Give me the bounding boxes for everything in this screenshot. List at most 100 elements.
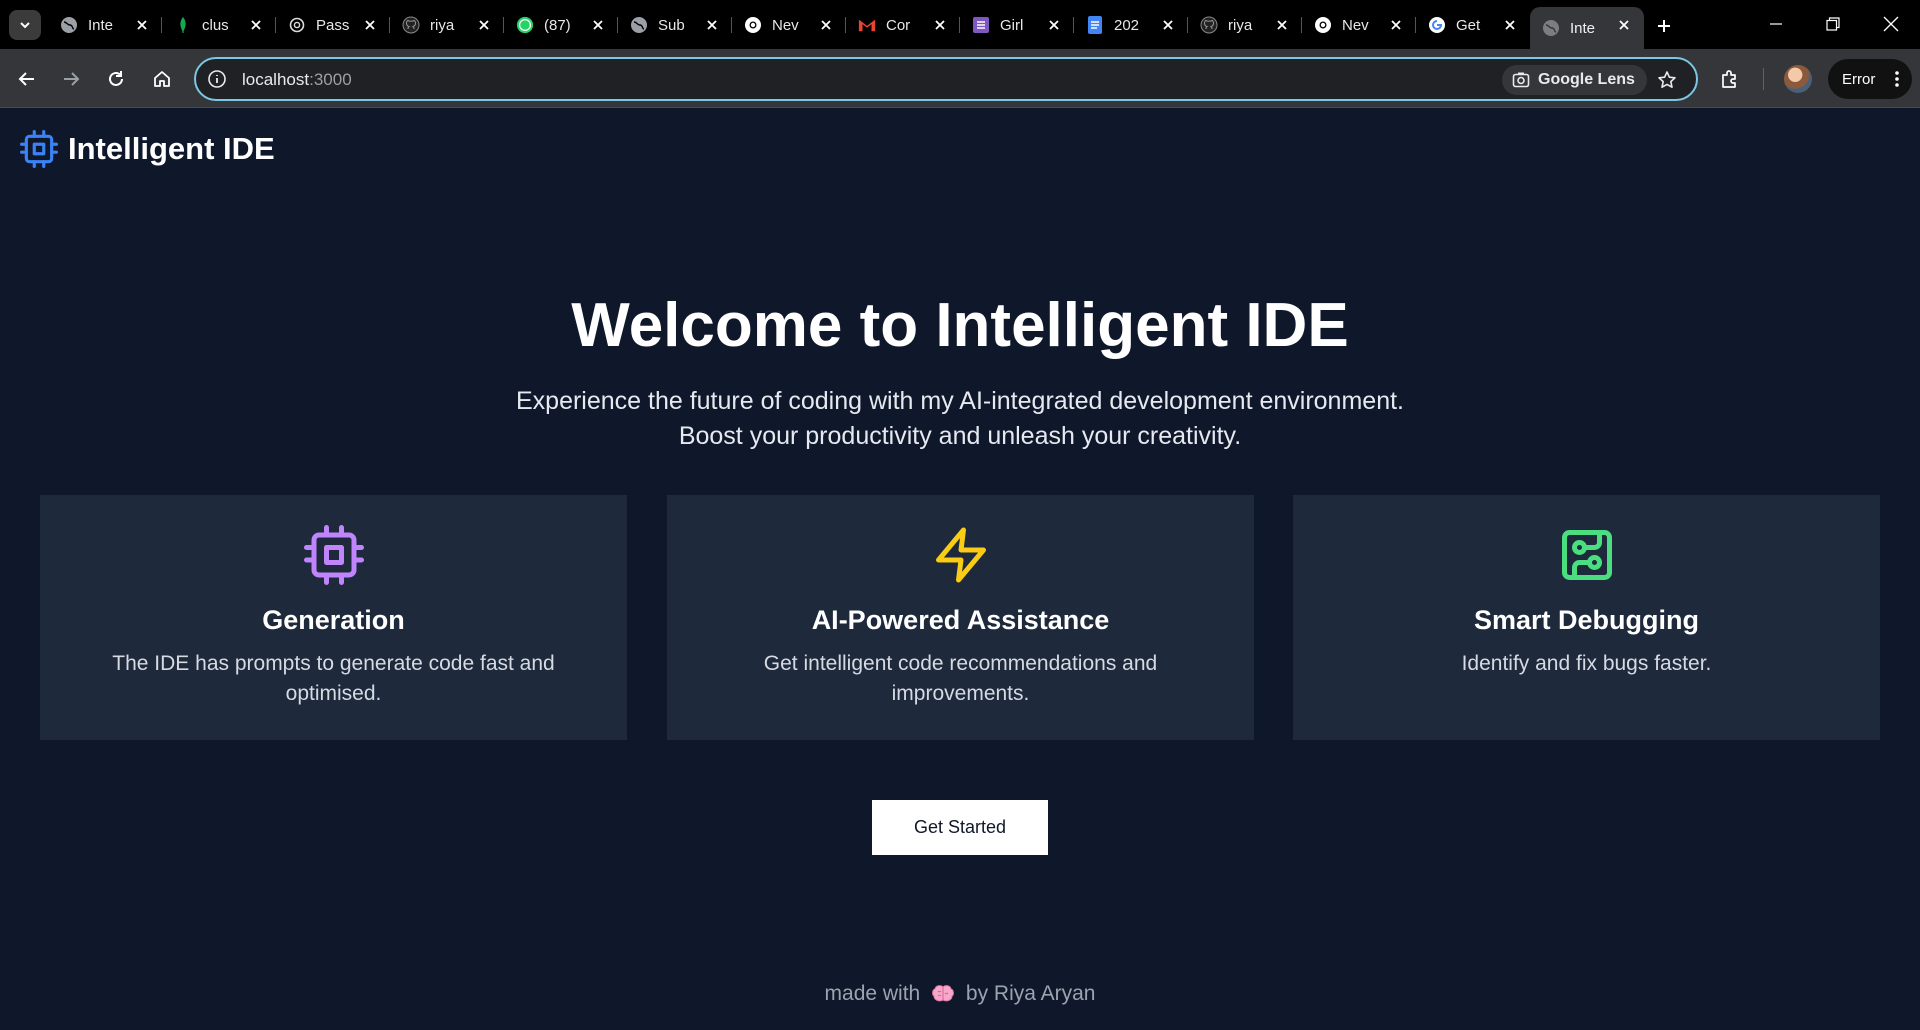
minimize-icon [1770,23,1782,25]
restore-icon [1826,17,1840,31]
close-tab-icon[interactable] [702,15,722,35]
mongodb-leaf-icon [174,16,192,34]
browser-tab[interactable]: Cor [846,7,960,43]
forms-icon [972,16,990,34]
close-tab-icon[interactable] [474,15,494,35]
browser-toolbar: localhost:3000 Google Lens Error [0,49,1920,108]
app-header: Intelligent IDE [20,128,275,170]
get-started-button[interactable]: Get Started [872,800,1048,855]
feature-description: Identify and fix bugs faster. [1461,652,1712,675]
google-lens-label: Google Lens [1538,71,1635,88]
feature-card-generation: Generation The IDE has prompts to genera… [40,495,627,740]
feature-title: Smart Debugging [1473,605,1699,635]
close-tab-icon[interactable] [1500,15,1520,35]
tab-title: Nev [1342,16,1369,34]
close-tab-icon[interactable] [930,15,950,35]
browser-tab[interactable]: Sub [618,7,732,43]
url-text[interactable]: localhost:3000 [242,70,352,90]
home-icon [154,71,170,87]
tab-title: Cor [886,16,911,34]
tab-title: Inte [1570,19,1596,37]
forward-button[interactable] [54,62,88,96]
google-lens-button[interactable]: Google Lens [1502,65,1647,95]
back-button[interactable] [10,62,44,96]
browser-tab[interactable]: (87) [504,7,618,43]
lightning-icon [935,527,986,583]
close-tab-icon[interactable] [588,15,608,35]
browser-tab[interactable]: Pass [276,7,390,43]
profile-error-button[interactable]: Error [1828,59,1912,99]
close-tab-icon[interactable] [246,15,266,35]
globe-icon [1542,19,1560,37]
close-tab-icon[interactable] [1272,15,1292,35]
address-bar[interactable]: localhost:3000 Google Lens [194,57,1698,101]
browser-tab[interactable]: 202 [1074,7,1188,43]
tab-title: Nev [772,16,799,34]
footer-made-with: made with [824,982,921,1005]
browser-tab[interactable]: riya [390,7,504,43]
info-icon [208,70,226,88]
feature-title: Generation [262,605,405,635]
docs-icon [1086,16,1104,34]
extensions-button[interactable] [1713,62,1747,96]
home-button[interactable] [145,62,179,96]
browser-tab[interactable]: Inte [48,7,162,43]
gmail-icon [858,16,876,34]
globe-icon [630,16,648,34]
openai-icon [288,16,306,34]
browser-tab[interactable]: Get [1416,7,1530,43]
app-title: Intelligent IDE [68,131,275,166]
footer: made with by Riya Aryan [0,982,1920,1006]
footer-author: by Riya Aryan [965,982,1096,1005]
tab-title: Get [1456,16,1481,34]
feature-title: AI-Powered Assistance [811,605,1110,635]
close-tab-icon[interactable] [816,15,836,35]
cpu-logo-icon [20,130,58,168]
close-tab-icon[interactable] [132,15,152,35]
close-tab-icon[interactable] [1614,15,1634,35]
google-icon [1428,16,1446,34]
tab-title: clus [202,16,229,34]
error-label: Error [1842,70,1876,88]
globe-icon [60,16,78,34]
tab-title: riya [1228,16,1253,34]
arrow-right-icon [64,72,80,86]
feature-card-ai-assistance: AI-Powered Assistance Get intelligent co… [667,495,1254,740]
browser-tab-strip: Inte clus Pass riya (87) Sub Nev Cor Gir… [0,0,1920,49]
reload-button[interactable] [99,62,133,96]
url-port: :3000 [309,70,352,89]
brain-icon [932,985,954,1002]
tab-title: Pass [316,16,350,34]
tab-title: Sub [658,16,685,34]
close-tab-icon[interactable] [360,15,380,35]
tab-title: Girl [1000,16,1024,34]
browser-tab[interactable]: Nev [1302,7,1416,43]
profile-avatar[interactable] [1784,65,1812,93]
new-tab-button[interactable] [1650,14,1678,38]
close-tab-icon[interactable] [1158,15,1178,35]
cpu-icon [303,525,364,585]
browser-tab[interactable]: Nev [732,7,846,43]
restore-button[interactable] [1813,10,1853,38]
tab-list: Inte clus Pass riya (87) Sub Nev Cor Gir… [48,7,1644,49]
whatsapp-icon [516,16,534,34]
tab-title: riya [430,16,455,34]
tab-search-button[interactable] [9,10,41,40]
toolbar-divider [1763,68,1764,90]
close-tab-icon[interactable] [1386,15,1406,35]
browser-tab[interactable]: clus [162,7,276,43]
browser-tab[interactable]: riya [1188,7,1302,43]
github-icon [402,16,420,34]
kebab-menu-icon [1895,71,1899,87]
hero-heading: Welcome to Intelligent IDE [571,291,1349,360]
close-window-button[interactable] [1871,10,1911,38]
star-icon [1658,71,1676,88]
browser-tab[interactable]: Girl [960,7,1074,43]
hero-section: Welcome to Intelligent IDE [0,286,1920,366]
minimize-button[interactable] [1756,10,1796,38]
close-tab-icon[interactable] [1044,15,1064,35]
browser-tab-active[interactable]: Inte [1530,7,1644,49]
bookmark-button[interactable] [1654,67,1680,93]
plus-icon [1658,20,1670,32]
site-info-button[interactable] [204,66,230,92]
